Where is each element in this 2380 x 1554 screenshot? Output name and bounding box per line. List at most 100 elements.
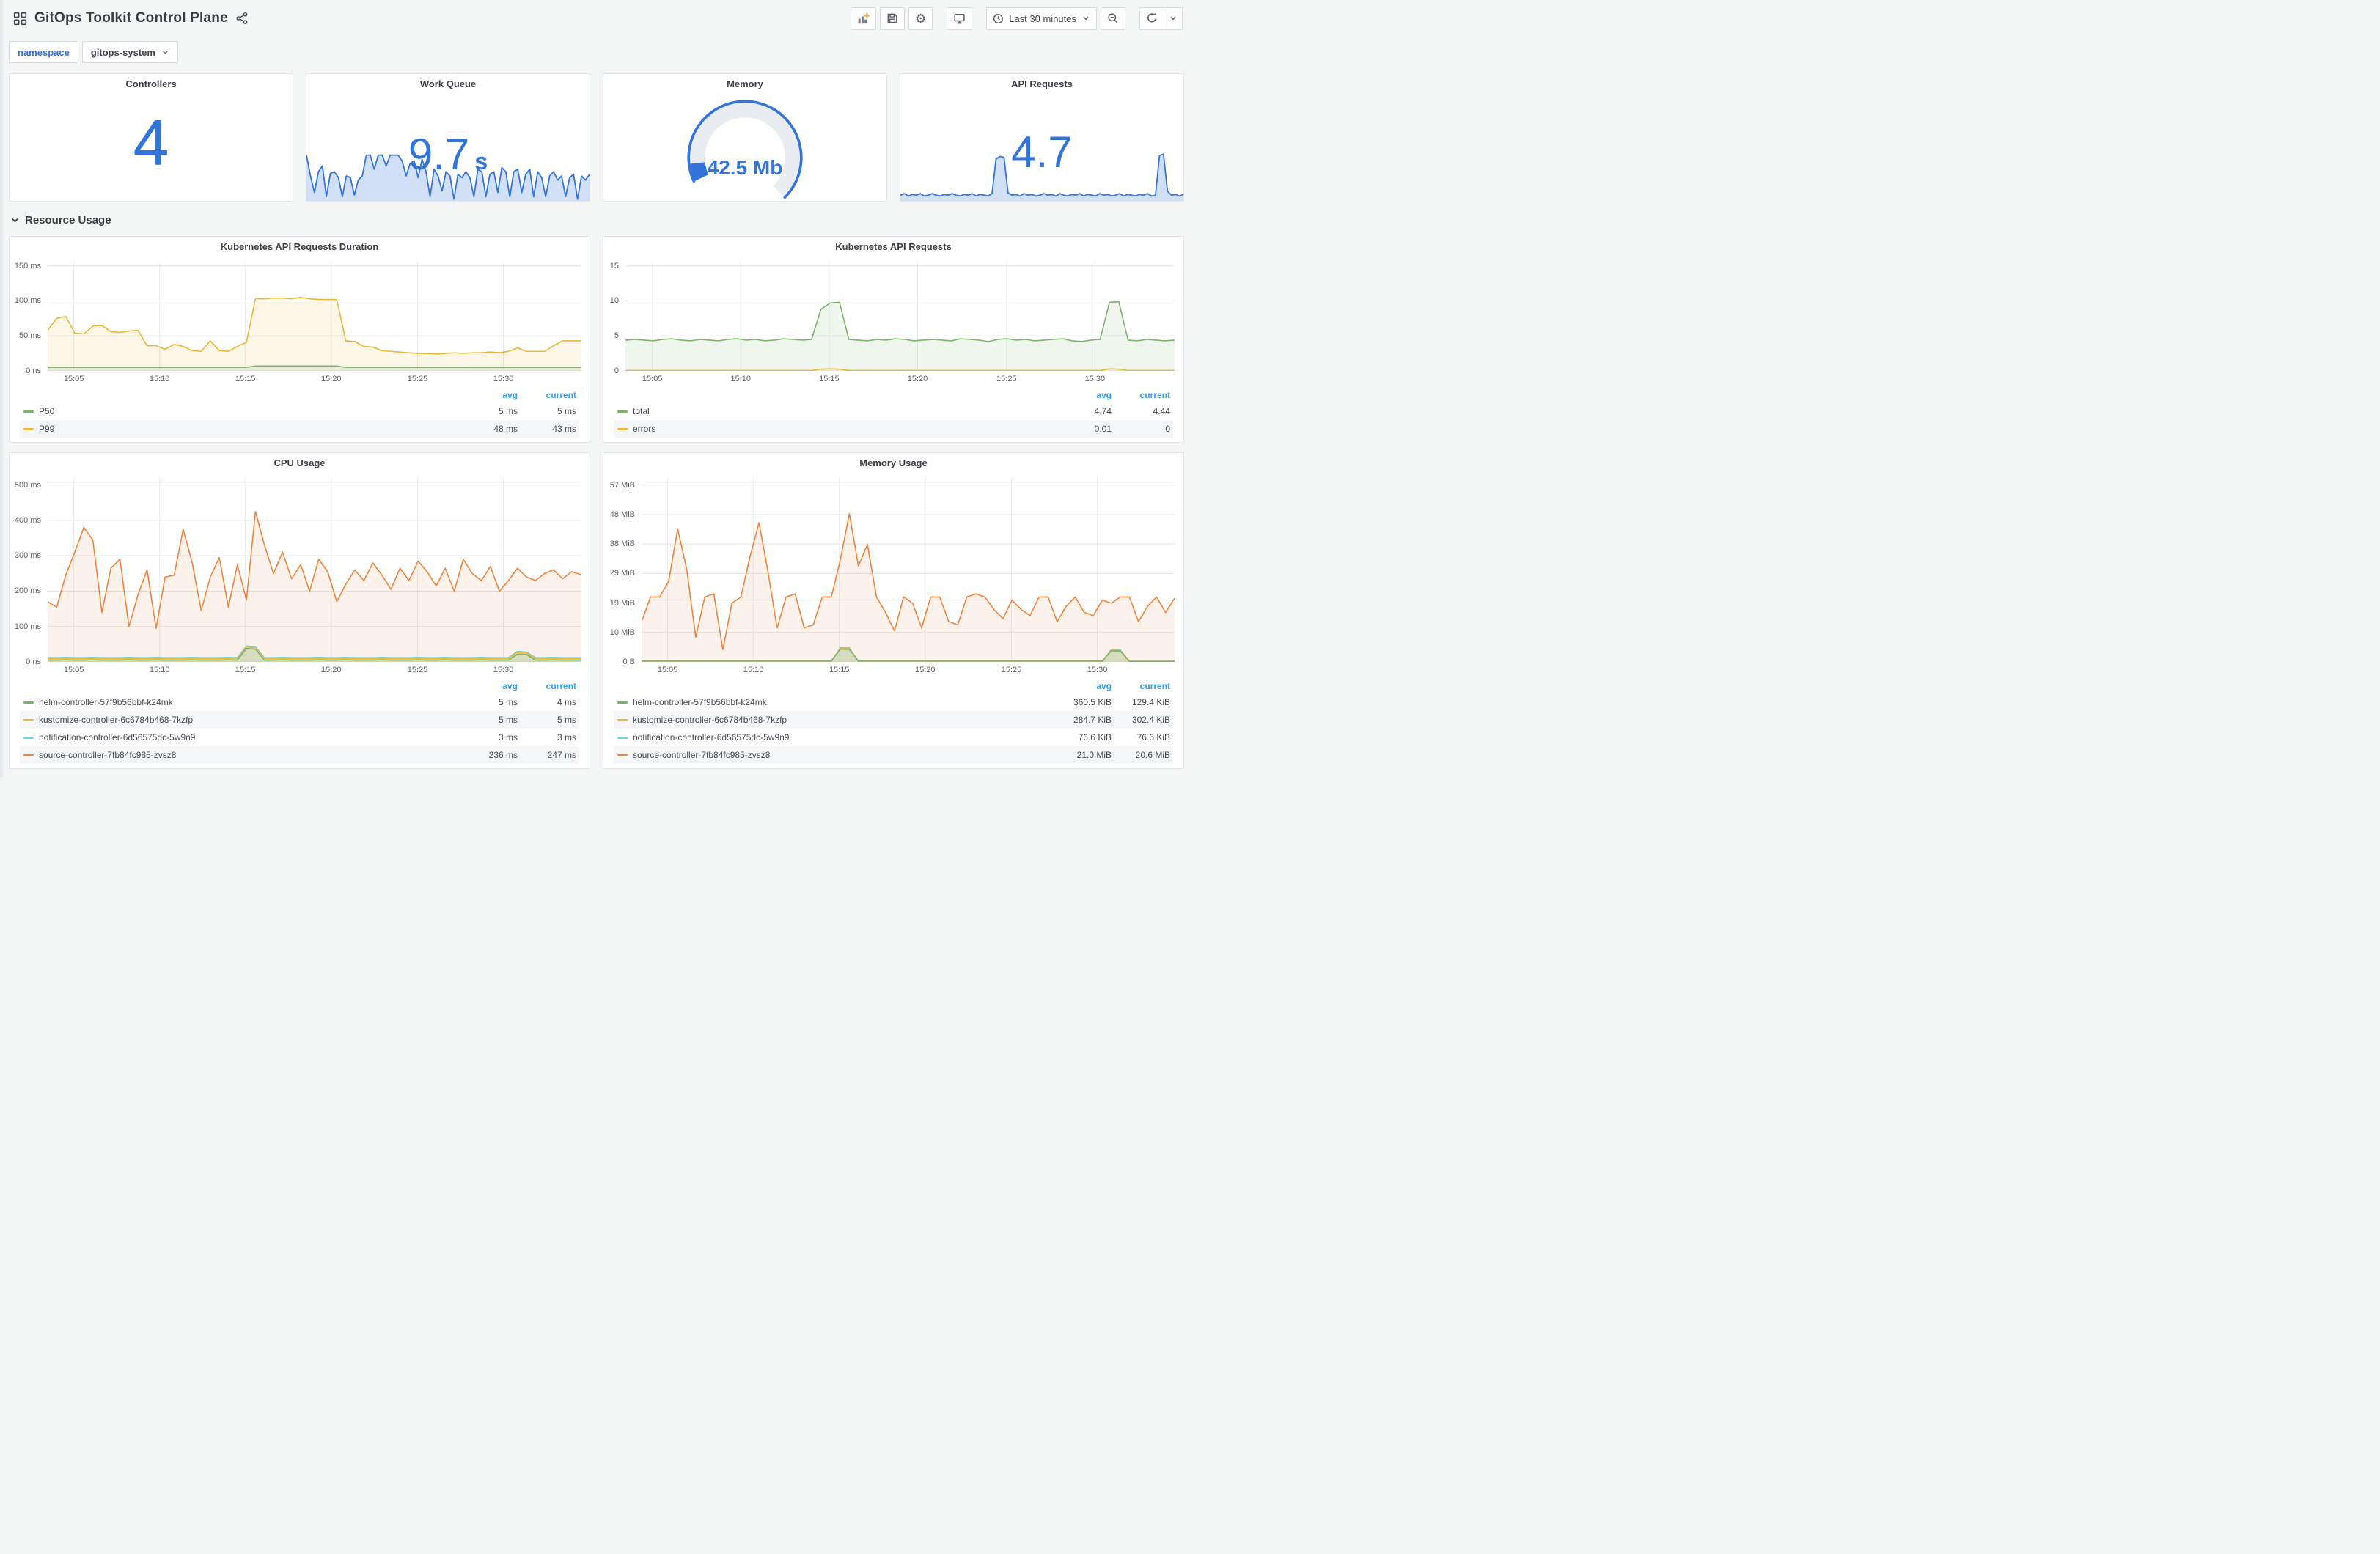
panel-title[interactable]: Work Queue	[306, 74, 590, 93]
legend-value-current: 43 ms	[552, 424, 576, 434]
chart-canvas	[625, 262, 1175, 371]
panel-title[interactable]: Memory	[603, 74, 886, 93]
row-resource-usage[interactable]: Resource Usage	[10, 212, 1184, 228]
cycle-view-tv-icon	[954, 13, 965, 23]
x-axis-tick: 15:15	[235, 375, 256, 383]
x-axis-tick: 15:15	[235, 666, 256, 674]
legend-series-name[interactable]: source-controller-7fb84fc985-zvsz8	[20, 750, 453, 760]
series-color-dash	[23, 701, 34, 704]
legend-col-current[interactable]: current	[1114, 390, 1173, 400]
panel-title[interactable]: Kubernetes API Requests Duration	[10, 237, 590, 256]
legend-row: errors 0.01 0	[614, 420, 1173, 438]
y-axis-tick: 500 ms	[14, 480, 41, 490]
save-dashboard-button[interactable]	[879, 7, 905, 30]
y-axis-tick: 10	[609, 296, 619, 306]
series-color-dash	[617, 754, 628, 756]
chart-k8s-api-duration: 0 ns 50 ms 100 ms 150 ms 15:05 15:10 15:15 15:…	[10, 256, 590, 386]
legend-series-name[interactable]: P99	[20, 424, 453, 434]
legend-row: total 4.74 4.44	[614, 402, 1173, 420]
legend-value-avg: 284.7 KiB	[1073, 715, 1112, 725]
legend-value-avg: 236 ms	[488, 750, 518, 760]
legend-series-name[interactable]: errors	[614, 424, 1047, 434]
y-axis-tick: 100 ms	[14, 296, 41, 306]
legend-col-current[interactable]: current	[521, 390, 579, 400]
series-color-dash	[617, 736, 628, 739]
series-color-dash	[617, 701, 628, 704]
legend-series-name[interactable]: total	[614, 406, 1047, 416]
series-color-dash	[617, 427, 628, 430]
x-axis-tick: 15:05	[642, 375, 663, 383]
legend-col-avg[interactable]: avg	[1047, 681, 1114, 691]
legend-series-name[interactable]: source-controller-7fb84fc985-zvsz8	[614, 750, 1047, 760]
legend-row: P50 5 ms 5 ms	[20, 402, 579, 420]
dashboard-settings-button[interactable]: ⚙	[908, 7, 933, 30]
y-axis-tick: 57 MiB	[609, 480, 635, 490]
x-axis-tick: 15:25	[996, 375, 1017, 383]
legend-series-name[interactable]: kustomize-controller-6c6784b468-7kzfp	[614, 715, 1047, 725]
legend-col-avg[interactable]: avg	[1047, 390, 1114, 400]
page-title: GitOps Toolkit Control Plane	[34, 10, 228, 26]
legend-row: kustomize-controller-6c6784b468-7kzfp 284…	[614, 711, 1173, 729]
legend-value-avg: 4.74	[1094, 406, 1112, 416]
legend-col-avg[interactable]: avg	[453, 390, 521, 400]
cycle-view-button[interactable]	[947, 7, 973, 30]
panel-title[interactable]: Controllers	[10, 74, 293, 93]
namespace-selected-value: gitops-system	[90, 46, 155, 58]
legend-value-avg: 3 ms	[498, 732, 518, 743]
panel-title[interactable]: CPU Usage	[10, 453, 590, 472]
y-axis-tick: 48 MiB	[609, 509, 635, 519]
time-range-label: Last 30 minutes	[1009, 12, 1076, 24]
time-range-picker[interactable]: Last 30 minutes	[986, 7, 1097, 30]
namespace-select[interactable]: gitops-system	[81, 41, 178, 63]
legend-series-name[interactable]: helm-controller-57f9b56bbf-k24mk	[20, 697, 453, 707]
panel-api-requests: API Requests 4.7	[900, 73, 1184, 202]
legend-series-name[interactable]: helm-controller-57f9b56bbf-k24mk	[614, 697, 1047, 707]
legend-series-name[interactable]: notification-controller-6d56575dc-5w9n9	[614, 732, 1047, 743]
x-axis-tick: 15:30	[493, 666, 514, 674]
add-panel-button[interactable]	[850, 7, 876, 30]
add-panel-icon	[858, 12, 870, 23]
legend-col-avg[interactable]: avg	[453, 681, 521, 691]
series-color-dash	[23, 736, 34, 739]
refresh-button[interactable]	[1139, 7, 1164, 30]
refresh-interval-dropdown[interactable]	[1164, 7, 1183, 30]
legend-col-current[interactable]: current	[1114, 681, 1173, 691]
chart-legend: avg current helm-controller-57f9b56bbf-k24…	[10, 677, 590, 768]
legend-col-current[interactable]: current	[521, 681, 579, 691]
legend-value-current: 20.6 MiB	[1135, 750, 1170, 760]
x-axis-tick: 15:15	[819, 375, 840, 383]
x-axis-tick: 15:20	[320, 666, 342, 674]
panel-title[interactable]: Kubernetes API Requests	[603, 237, 1183, 256]
legend-series-name[interactable]: kustomize-controller-6c6784b468-7kzfp	[20, 715, 453, 725]
panel-work-queue: Work Queue 9.7 s	[306, 73, 590, 202]
share-icon	[236, 12, 248, 25]
x-axis-tick: 15:20	[907, 375, 928, 383]
x-axis-tick: 15:30	[1084, 375, 1106, 383]
y-axis-tick: 150 ms	[14, 261, 41, 270]
memory-gauge-arc	[687, 100, 803, 199]
charts-row-1: Kubernetes API Requests Duration 0 ns 50 …	[9, 236, 1184, 443]
settings-gear-icon: ⚙	[914, 11, 927, 26]
legend-series-name[interactable]: P50	[20, 406, 453, 416]
legend-row: helm-controller-57f9b56bbf-k24mk 360.5 Ki…	[614, 693, 1173, 711]
panel-k8s-api-requests: Kubernetes API Requests 0 5 10 15 15:05 15:1…	[603, 236, 1184, 443]
x-axis-tick: 15:05	[63, 375, 84, 383]
legend-series-name[interactable]: notification-controller-6d56575dc-5w9n9	[20, 732, 453, 743]
y-axis-tick: 5	[614, 331, 619, 341]
dashboard-grid-icon	[13, 12, 27, 26]
panel-k8s-api-requests-duration: Kubernetes API Requests Duration 0 ns 50 …	[9, 236, 590, 443]
zoom-out-button[interactable]	[1101, 7, 1125, 30]
x-axis-tick: 15:30	[1087, 666, 1108, 674]
legend-row: source-controller-7fb84fc985-zvsz8 21.0 M…	[614, 746, 1173, 764]
legend-value-avg: 21.0 MiB	[1076, 750, 1112, 760]
section-title: Resource Usage	[25, 213, 111, 227]
panel-title[interactable]: API Requests	[900, 74, 1183, 93]
share-dashboard-button[interactable]	[235, 12, 249, 25]
legend-value-avg: 48 ms	[493, 424, 518, 434]
grafana-dashboard: GitOps Toolkit Control Plane ⚙ Last 30 m…	[0, 0, 1190, 769]
y-axis-tick: 50 ms	[19, 331, 41, 341]
panel-title[interactable]: Memory Usage	[603, 453, 1183, 472]
y-axis-tick: 200 ms	[14, 586, 41, 596]
chevron-down-icon	[12, 218, 18, 222]
variables-row: namespace gitops-system	[9, 41, 1184, 63]
